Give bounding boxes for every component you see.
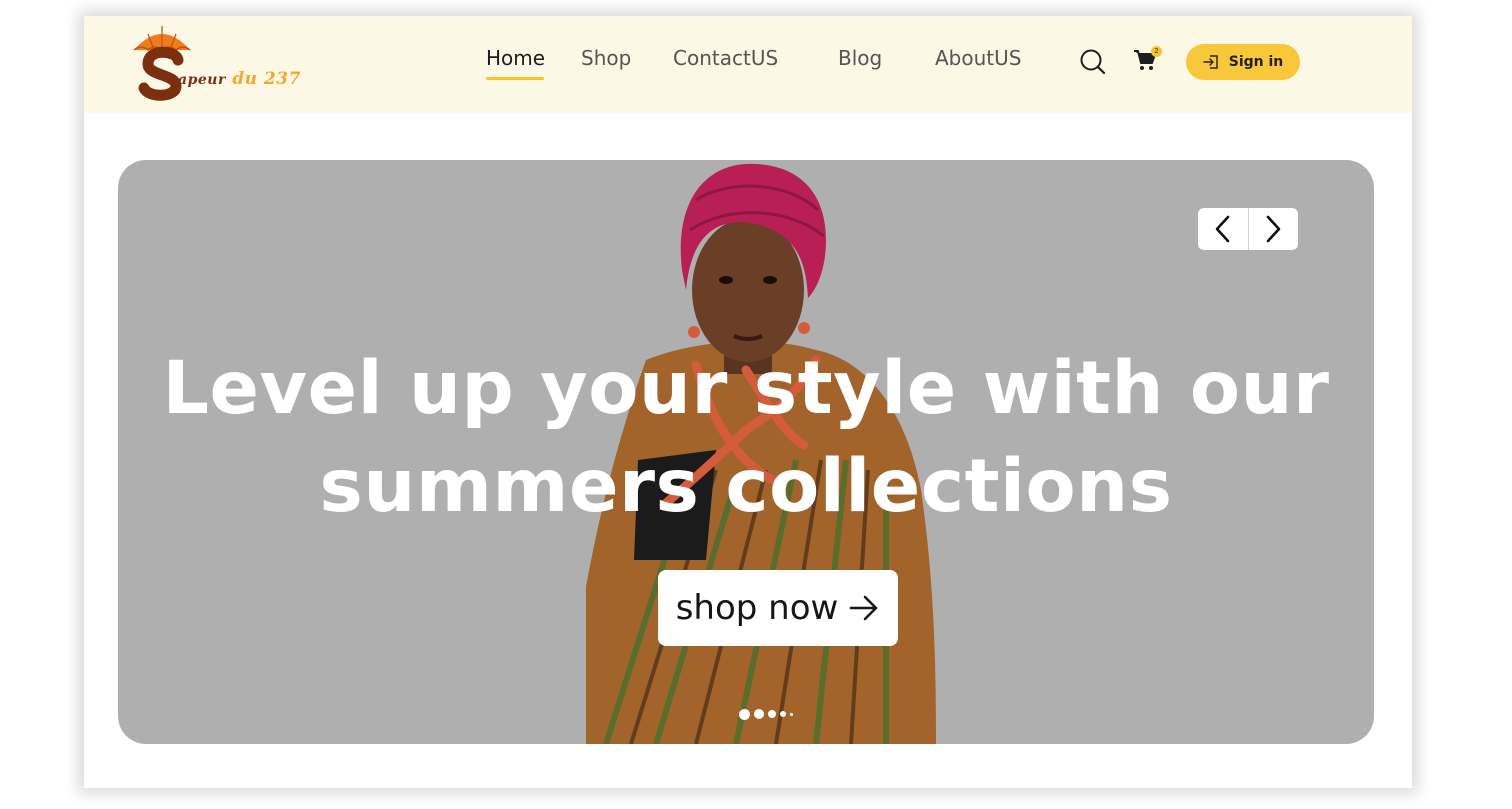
shop-now-label: shop now [675,588,839,628]
page-frame: apeur du 237 Home Shop ContactUS Blog Ab… [84,16,1412,788]
nav-item-home-label: Home [486,46,546,70]
chevron-left-icon [1215,215,1230,243]
nav-item-home[interactable]: Home [486,46,546,80]
nav-item-aboutus[interactable]: AboutUS [935,46,1021,70]
hero-headline-line2: summers collections [319,444,1173,529]
prev-slide-button[interactable] [1198,208,1248,250]
active-nav-indicator [486,77,544,80]
slide-indicator [739,708,793,720]
nav-item-contactus-label: ContactUS [673,46,779,70]
chevron-right-icon [1266,215,1281,243]
brand-name-suffix: du 237 [232,69,301,89]
umbrella-s-logo-icon [133,26,191,101]
slide-dot-2[interactable] [754,709,764,719]
next-slide-button[interactable] [1248,208,1298,250]
slide-dot-3[interactable] [768,710,776,718]
hero-slider: Level up your style with our summers col… [118,160,1374,744]
search-button[interactable] [1079,48,1107,80]
nav-item-shop-label: Shop [581,46,632,70]
nav-item-aboutus-label: AboutUS [935,46,1022,70]
brand-name-word: apeur [178,72,226,88]
hero-headline-line1: Level up your style with our [162,346,1330,431]
shop-now-button[interactable]: shop now [658,570,898,646]
cart-count-badge: 2 [1151,46,1162,57]
nav-item-shop[interactable]: Shop [581,46,631,70]
slide-dot-1[interactable] [739,708,750,720]
nav-item-blog[interactable]: Blog [838,46,882,70]
cart-button[interactable]: 2 [1133,46,1163,74]
arrow-right-icon [850,595,878,621]
brand-logo[interactable]: apeur du 237 [132,22,322,102]
slide-dot-4[interactable] [780,711,786,717]
sign-in-label: Sign in [1228,54,1284,70]
slide-dot-5[interactable] [790,712,793,716]
sign-in-icon [1203,55,1218,69]
site-header: apeur du 237 Home Shop ContactUS Blog Ab… [84,16,1412,113]
sign-in-button[interactable]: Sign in [1186,44,1300,80]
slider-arrows [1198,208,1298,250]
search-icon [1080,49,1106,75]
nav-item-blog-label: Blog [838,46,883,70]
nav-item-contactus[interactable]: ContactUS [673,46,778,70]
brand-name: apeur du 237 [178,69,301,89]
hero-headline: Level up your style with our summers col… [118,340,1374,536]
